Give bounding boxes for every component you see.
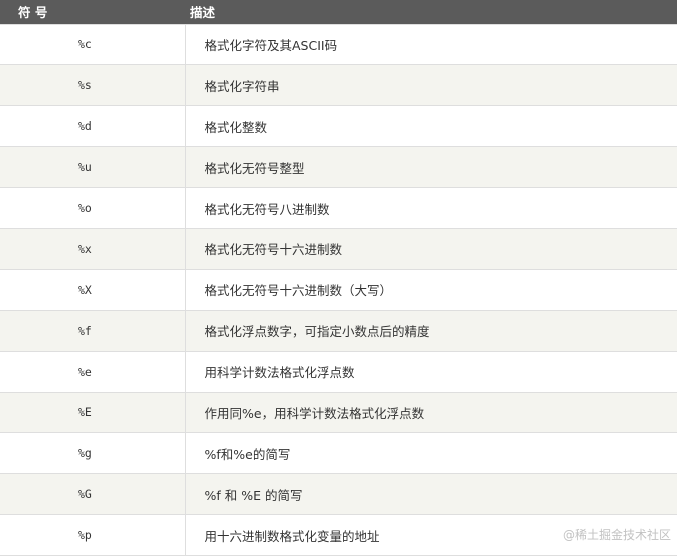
description-cell: 格式化无符号整型 [185, 146, 677, 189]
table-header: 符 号 描述 [0, 0, 677, 24]
symbol-cell: %d [0, 105, 186, 148]
header-row: 符 号 描述 [0, 0, 677, 24]
symbol-cell: %g [0, 432, 186, 475]
header-symbol: 符 号 [18, 5, 48, 21]
description-cell: 格式化整数 [185, 105, 677, 148]
table-row: %G %f 和 %E 的简写 [0, 473, 677, 516]
description-cell: 格式化字符及其ASCII码 [185, 23, 677, 66]
symbol-cell: %u [0, 146, 186, 189]
table-row: %u 格式化无符号整型 [0, 146, 677, 189]
symbol-cell: %x [0, 227, 186, 270]
table-row: %f 格式化浮点数字，可指定小数点后的精度 [0, 309, 677, 352]
table-row: %e 用科学计数法格式化浮点数 [0, 350, 677, 393]
table-row: %x 格式化无符号十六进制数 [0, 227, 677, 270]
symbol-cell: %f [0, 309, 186, 352]
table-row: %E 作用同%e，用科学计数法格式化浮点数 [0, 391, 677, 434]
description-cell: 格式化浮点数字，可指定小数点后的精度 [185, 309, 677, 352]
table-row: %o 格式化无符号八进制数 [0, 187, 677, 229]
symbol-cell: %p [0, 514, 186, 556]
description-cell: 格式化字符串 [185, 64, 677, 107]
description-cell: 格式化无符号十六进制数（大写） [185, 268, 677, 311]
description-cell: %f 和 %E 的简写 [185, 473, 677, 516]
table-row: %g %f和%e的简写 [0, 432, 677, 475]
description-cell: 用科学计数法格式化浮点数 [185, 350, 677, 393]
format-symbol-table: 符 号 描述 %c 格式化字符及其ASCII码 %s 格式化字符串 %d 格式化… [0, 0, 677, 556]
symbol-cell: %X [0, 268, 186, 311]
description-cell: 用十六进制数格式化变量的地址 [185, 514, 677, 556]
symbol-cell: %c [0, 23, 186, 66]
table-row: %X 格式化无符号十六进制数（大写） [0, 268, 677, 311]
description-cell: 格式化无符号八进制数 [185, 187, 677, 229]
symbol-cell: %s [0, 64, 186, 107]
table-row: %p 用十六进制数格式化变量的地址 [0, 514, 677, 556]
description-cell: 格式化无符号十六进制数 [185, 227, 677, 270]
table-row: %d 格式化整数 [0, 105, 677, 148]
table-body: %c 格式化字符及其ASCII码 %s 格式化字符串 %d 格式化整数 %u 格… [0, 23, 677, 556]
symbol-cell: %o [0, 187, 186, 229]
symbol-cell: %e [0, 350, 186, 393]
table-row: %c 格式化字符及其ASCII码 [0, 23, 677, 66]
description-cell: 作用同%e，用科学计数法格式化浮点数 [185, 391, 677, 434]
description-cell: %f和%e的简写 [185, 432, 677, 475]
symbol-cell: %E [0, 391, 186, 434]
table-row: %s 格式化字符串 [0, 64, 677, 107]
header-description: 描述 [190, 5, 216, 21]
symbol-cell: %G [0, 473, 186, 516]
